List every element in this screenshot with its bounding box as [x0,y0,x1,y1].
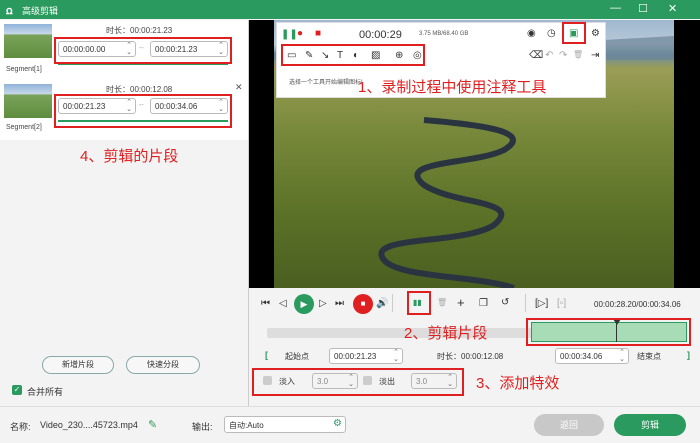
exit-icon[interactable]: ⇥ [591,50,599,61]
annotation-box-toolbox [562,22,586,44]
previous-frame-icon[interactable]: ⏮ [261,298,270,309]
undo-icon[interactable]: ↶ [545,50,553,61]
segment-label: Segment[1] [6,66,42,73]
fade-out-label: 淡出 [379,377,395,386]
fade-out-checkbox[interactable] [363,376,372,385]
annotation-box-split [407,291,431,315]
record-icon[interactable]: ● [297,28,303,39]
segment-duration: 时长：00:00:21.23 [106,26,173,35]
end-bracket-icon: ] [687,350,690,360]
spin-arrows-icon[interactable]: ⌃ ⌄ [348,374,354,388]
settings-icon[interactable]: ⚙ [591,28,600,39]
annotation-box-segment-1 [54,37,232,64]
delete-segment-icon[interactable]: 🗑 [437,298,447,307]
segment-thumbnail [4,84,52,118]
fade-in-label: 淡入 [279,377,295,386]
quick-split-button[interactable]: 快速分段 [126,356,200,374]
reset-icon[interactable]: ↺ [501,297,509,308]
step-forward-icon[interactable]: ▷ [319,298,327,309]
annotation-box-tools [281,44,425,66]
add-segment-icon[interactable]: + [457,295,465,310]
recorder-hint: 选择一个工具开始编辑图标! [289,80,363,86]
cut-button[interactable]: 剪辑 [614,414,686,436]
segment-label: Segment[2] [6,124,42,131]
spin-arrows-icon[interactable]: ⌃ ⌄ [447,374,453,388]
trim-end-input[interactable]: 00:00:34.06 ⌃ ⌄ [555,348,629,364]
back-button[interactable]: 返回 [534,414,604,436]
clock-icon[interactable]: ◷ [547,28,556,39]
close-button[interactable]: ✕ [668,2,677,15]
window-title: 高级剪辑 [22,6,59,16]
output-label: 输出: [192,422,213,432]
annotation-text-4: 4、剪辑的片段 [80,148,179,165]
file-name: Video_230....45723.mp4 [40,420,138,430]
segment-close-icon[interactable]: ✕ [235,82,243,93]
playback-time: 00:00:28.20/00:00:34.06 [594,300,681,309]
volume-icon[interactable]: 🔊 [376,298,388,309]
new-segment-button[interactable]: 新增片段 [42,356,114,374]
start-point-label: 起始点 [285,352,309,361]
trim-row: [ 起始点 00:00:21.23 ⌃ ⌄ 时长：00:00:12.08 00:0… [261,348,697,364]
stop-icon[interactable]: ■ [315,28,321,39]
maximize-button[interactable]: ☐ [638,2,648,15]
edit-name-icon[interactable]: ✎ [148,418,157,431]
step-back-icon[interactable]: ◁ [279,298,287,309]
spin-arrows-icon[interactable]: ⌃ ⌄ [619,349,625,363]
eraser-icon[interactable]: ⌫ [529,50,543,61]
recording-size: 3.75 MB/68.40 GB [419,31,469,37]
segment-thumbnail [4,24,52,58]
bottom-bar: 名称: Video_230....45723.mp4 ✎ 输出: 自动:Auto… [0,406,700,443]
playback-controls: ⏮ ◁ ▶ ▷ ⏭ ■ 🔊 ▮▮ 🗑 + ❐ ↺ [▷] [▫] 00:00:2… [249,288,700,406]
copy-segment-icon[interactable]: ❐ [479,298,488,309]
fade-in-input[interactable]: 3.0 ⌃ ⌄ [312,373,358,389]
trim-duration: 时长：00:00:12.08 [437,352,504,361]
annotation-text-2: 2、剪辑片段 [404,325,488,342]
output-select[interactable]: 自动:Auto ⚙ [224,416,346,433]
annotation-box-segment-2 [54,94,232,128]
title-bar: ꭥ 高级剪辑 — ☐ ✕ [0,0,700,19]
mark-out-icon[interactable]: [▫] [557,298,566,309]
next-frame-icon[interactable]: ⏭ [335,298,344,309]
gear-icon[interactable]: ⚙ [333,418,342,429]
play-button[interactable]: ▶ [294,294,314,314]
camera-icon[interactable]: ◉ [527,28,536,39]
trash-icon[interactable]: 🗑 [573,50,583,59]
start-bracket-icon: [ [265,350,268,360]
fade-in-checkbox[interactable] [263,376,272,385]
mark-in-icon[interactable]: [▷] [535,298,548,309]
name-label: 名称: [10,422,31,432]
stop-button[interactable]: ■ [353,294,373,314]
spin-arrows-icon[interactable]: ⌃ ⌄ [393,349,399,363]
merge-all-checkbox[interactable]: ✓ [12,385,22,395]
annotation-box-timeline [526,318,691,346]
redo-icon[interactable]: ↷ [559,50,567,61]
recording-time: 00:00:29 [359,29,402,41]
annotation-text-3: 3、添加特效 [476,375,560,392]
fade-out-input[interactable]: 3.0 ⌃ ⌄ [411,373,457,389]
divider [525,294,526,312]
trim-start-input[interactable]: 00:00:21.23 ⌃ ⌄ [329,348,403,364]
merge-all-label: 合并所有 [27,387,64,397]
divider [392,294,393,312]
annotation-text-1: 1、录制过程中使用注释工具 [358,79,547,96]
end-point-label: 结束点 [637,352,661,361]
minimize-button[interactable]: — [610,2,621,14]
app-logo-icon: ꭥ [6,5,13,17]
pause-icon[interactable]: ❚❚ [281,29,298,40]
